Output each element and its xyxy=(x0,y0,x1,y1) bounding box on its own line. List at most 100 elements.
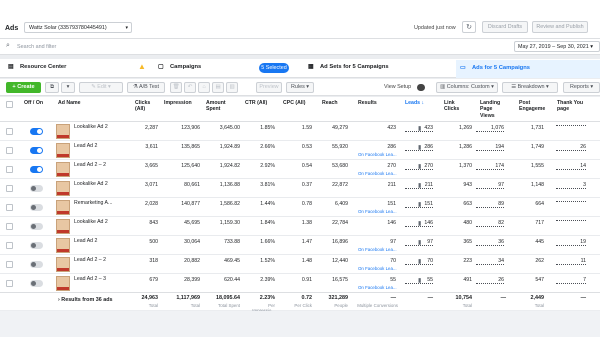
date-range-picker[interactable]: May 27, 2019 – Sep 30, 2021 ▾ xyxy=(514,41,600,52)
ad-thumbnail[interactable] xyxy=(56,276,70,291)
col-post-engagement[interactable]: Post Engageme xyxy=(519,100,549,113)
ad-thumbnail[interactable] xyxy=(56,181,70,196)
mini-chart-icon[interactable]: ▮ xyxy=(418,258,421,265)
mini-chart-icon[interactable]: ▮ xyxy=(418,277,421,284)
row-checkbox[interactable] xyxy=(6,204,13,211)
view-setup-label[interactable]: View Setup xyxy=(384,84,411,90)
refresh-icon[interactable]: ↻ xyxy=(462,21,476,33)
mini-chart-icon[interactable]: ▮ xyxy=(418,182,421,189)
ab-test-button[interactable]: ⚗ A/B Test xyxy=(127,82,165,93)
edit-button[interactable]: ✎ Edit ▾ xyxy=(79,82,123,93)
ad-thumbnail[interactable] xyxy=(56,238,70,253)
resource-center-tab[interactable]: Resource Center xyxy=(20,64,66,70)
row-checkbox[interactable] xyxy=(6,185,13,192)
undo-icon[interactable]: ↶ xyxy=(184,82,196,93)
ad-thumbnail[interactable] xyxy=(56,200,70,215)
table-row[interactable]: Lead Ad 2 3,611 135,865 1,924.89 2.66% 0.53 55… xyxy=(0,141,600,160)
ad-name[interactable]: Lead Ad 2 – 2 xyxy=(74,257,124,263)
row-checkbox[interactable] xyxy=(6,223,13,230)
columns-button[interactable]: ▥ Columns: Custom ▾ xyxy=(436,82,498,93)
search-bar[interactable]: ⌕ Search and filter xyxy=(0,38,600,55)
delete-icon[interactable]: 🗑 xyxy=(170,82,182,93)
mini-chart-icon[interactable]: ▮ xyxy=(418,239,421,246)
select-all-checkbox[interactable] xyxy=(6,101,13,108)
col-cpc[interactable]: CPC (All) xyxy=(283,100,307,106)
ad-name[interactable]: Lead Ad 2 – 3 xyxy=(74,276,124,282)
ad-thumbnail[interactable] xyxy=(56,162,70,177)
table-row[interactable]: Lead Ad 2 – 2 318 20,882 469.45 1.52% 1.48 12,… xyxy=(0,255,600,274)
review-publish-button[interactable]: Review and Publish xyxy=(532,21,588,33)
cell-amt: 1,136.88 xyxy=(219,182,240,188)
ad-status-toggle[interactable] xyxy=(30,128,43,135)
mini-chart-icon[interactable]: ▮ xyxy=(418,163,421,170)
duplicate-dropdown-icon[interactable]: ▾ xyxy=(61,82,75,93)
col-clicks[interactable]: Clicks (All) xyxy=(135,100,159,113)
col-ad-name[interactable]: Ad Name xyxy=(58,100,81,106)
ad-status-toggle[interactable] xyxy=(30,204,43,211)
view-setup-toggle[interactable] xyxy=(417,84,425,91)
table-row[interactable]: Lookalike Ad 2 2,287 123,906 3,645.00 1.85% 1… xyxy=(0,122,600,141)
col-amount-spent[interactable]: Amount Spent xyxy=(206,100,234,113)
ad-name[interactable]: Lead Ad 2 xyxy=(74,143,124,149)
ad-thumbnail[interactable] xyxy=(56,124,70,139)
row-checkbox[interactable] xyxy=(6,166,13,173)
ad-status-toggle[interactable] xyxy=(30,147,43,154)
ad-name[interactable]: Lead Ad 2 xyxy=(74,238,124,244)
report-icon[interactable]: ▤ xyxy=(212,82,224,93)
ad-name[interactable]: Lead Ad 2 – 2 xyxy=(74,162,124,168)
col-impression[interactable]: Impression xyxy=(164,100,192,106)
ad-name[interactable]: Lookalike Ad 2 xyxy=(74,181,124,187)
row-checkbox[interactable] xyxy=(6,147,13,154)
chart-icon[interactable]: ▥ xyxy=(226,82,238,93)
discard-drafts-button[interactable]: Discard Drafts xyxy=(482,21,528,33)
mini-chart-icon[interactable]: ▮ xyxy=(418,125,421,132)
selected-badge[interactable]: 5 Selected xyxy=(259,63,289,73)
preview-button[interactable]: Preview xyxy=(256,82,282,93)
col-thank-you[interactable]: Thank You page xyxy=(557,100,587,113)
col-link-clicks[interactable]: Link Clicks xyxy=(444,100,464,113)
col-reach[interactable]: Reach xyxy=(322,100,338,106)
table-row[interactable]: Lead Ad 2 500 30,064 733.88 1.66% 1.47 16,896 9… xyxy=(0,236,600,255)
ad-status-toggle[interactable] xyxy=(30,166,43,173)
mini-chart-icon[interactable]: ▮ xyxy=(418,201,421,208)
ad-name[interactable]: Lookalike Ad 2 xyxy=(74,219,124,225)
col-onoff[interactable]: Off / On xyxy=(24,100,43,106)
row-checkbox[interactable] xyxy=(6,280,13,287)
toggle-knob xyxy=(31,262,36,267)
row-checkbox[interactable] xyxy=(6,261,13,268)
table-row[interactable]: Lookalike Ad 2 843 45,695 1,159.30 1.84% 1.38… xyxy=(0,217,600,236)
table-row[interactable]: Lead Ad 2 – 3 679 28,399 620.44 2.39% 0.91 16,… xyxy=(0,274,600,293)
ad-thumbnail[interactable] xyxy=(56,143,70,158)
ad-status-toggle[interactable] xyxy=(30,223,43,230)
campaigns-tab[interactable]: Campaigns xyxy=(170,64,201,70)
table-row[interactable]: Lead Ad 2 – 2 3,665 125,640 1,924.82 2.92% 0.… xyxy=(0,160,600,179)
reports-button[interactable]: Reports ▾ xyxy=(563,82,600,93)
mini-chart-icon[interactable]: ▮ xyxy=(418,144,421,151)
table-row[interactable]: Lookalike Ad 2 3,071 80,661 1,136.88 3.81% 0.… xyxy=(0,179,600,198)
ad-status-toggle[interactable] xyxy=(30,185,43,192)
table-row[interactable]: Remarketing A... 2,028 140,877 1,586.82 1.44… xyxy=(0,198,600,217)
tag-icon[interactable]: ⌂ xyxy=(198,82,210,93)
account-selector[interactable]: Wattz Solar (335793780445491) ▾ xyxy=(24,22,132,33)
ad-name[interactable]: Lookalike Ad 2 xyxy=(74,124,124,130)
ads-tab-active[interactable]: ▭ Ads for 5 Campaigns xyxy=(456,60,600,78)
ad-name[interactable]: Remarketing A... xyxy=(74,200,124,206)
ad-thumbnail[interactable] xyxy=(56,219,70,234)
col-landing-page-views[interactable]: Landing Page Views xyxy=(480,100,508,119)
col-ctr[interactable]: CTR (All) xyxy=(245,100,269,106)
breakdown-button[interactable]: ☰ Breakdown ▾ xyxy=(502,82,558,93)
warning-icon[interactable]: ▲ xyxy=(138,62,146,71)
col-results[interactable]: Results xyxy=(358,100,377,106)
rules-button[interactable]: Rules ▾ xyxy=(286,82,314,93)
col-leads[interactable]: Leads ↓ xyxy=(405,100,424,106)
create-button[interactable]: + Create xyxy=(6,82,41,93)
ad-status-toggle[interactable] xyxy=(30,242,43,249)
ad-status-toggle[interactable] xyxy=(30,261,43,268)
ad-thumbnail[interactable] xyxy=(56,257,70,272)
ad-status-toggle[interactable] xyxy=(30,280,43,287)
duplicate-icon[interactable]: ⧉ xyxy=(45,82,59,93)
adsets-tab[interactable]: Ad Sets for 5 Campaigns xyxy=(320,64,389,70)
row-checkbox[interactable] xyxy=(6,242,13,249)
mini-chart-icon[interactable]: ▮ xyxy=(418,220,421,227)
row-checkbox[interactable] xyxy=(6,128,13,135)
